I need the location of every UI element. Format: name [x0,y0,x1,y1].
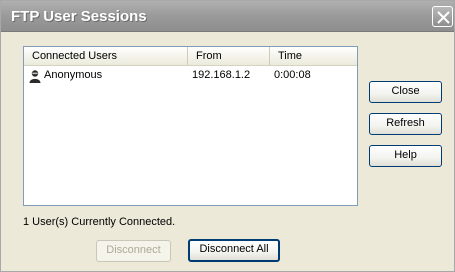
close-icon [437,11,450,24]
ftp-user-sessions-dialog: FTP User Sessions Connected Users From T… [0,0,455,272]
user-icon [29,70,41,83]
list-item[interactable]: Anonymous 192.168.1.2 0:00:08 [24,68,357,84]
row-user: Anonymous [44,69,103,81]
disconnect-button[interactable]: Disconnect [96,240,171,262]
connected-users-list[interactable]: Connected Users From Time Anonymous 192.… [23,46,358,206]
list-header: Connected Users From Time [24,47,357,66]
connection-status: 1 User(s) Currently Connected. [23,216,176,228]
title-bar: FTP User Sessions [1,1,454,32]
help-button[interactable]: Help [369,145,442,167]
window-close-button[interactable] [432,6,453,27]
column-header-time[interactable]: Time [270,47,357,65]
row-from: 192.168.1.2 [192,69,251,81]
row-time: 0:00:08 [274,69,311,81]
window-title: FTP User Sessions [11,8,147,25]
column-header-connected-users[interactable]: Connected Users [24,47,188,65]
disconnect-all-button[interactable]: Disconnect All [188,239,280,262]
close-button[interactable]: Close [369,81,442,103]
refresh-button[interactable]: Refresh [369,113,442,135]
column-header-from[interactable]: From [188,47,270,65]
